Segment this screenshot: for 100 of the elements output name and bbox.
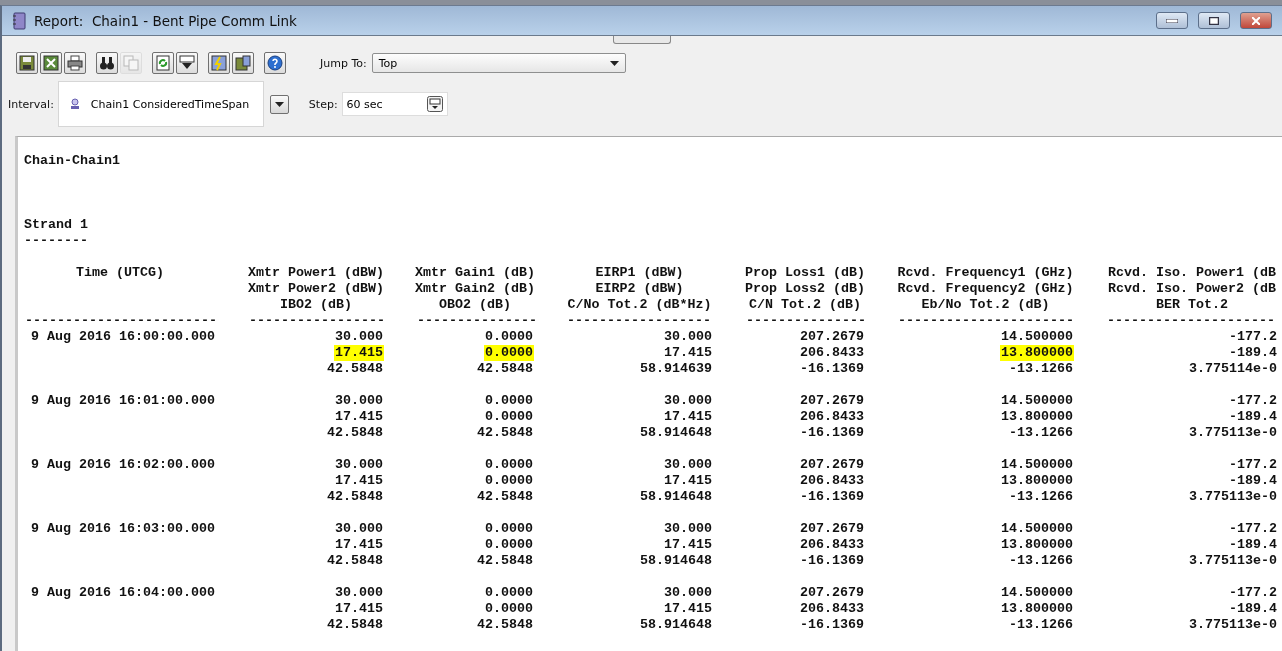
column-header: OBO2 (dB) bbox=[438, 297, 512, 313]
properties-button[interactable] bbox=[208, 52, 230, 74]
value-cell: -177.2 bbox=[1228, 393, 1278, 409]
column-header: Rcvd. Iso. Power1 (dB bbox=[1107, 265, 1277, 281]
column-header: Xmtr Gain1 (dB) bbox=[414, 265, 536, 281]
value-cell: 30.000 bbox=[334, 521, 384, 537]
help-button[interactable] bbox=[264, 52, 286, 74]
maximize-icon bbox=[1209, 16, 1219, 25]
column-header: BER Tot.2 bbox=[1155, 297, 1229, 313]
value-cell: 207.2679 bbox=[799, 393, 865, 409]
value-cell: 30.000 bbox=[334, 585, 384, 601]
section-rule: -------- bbox=[24, 233, 88, 248]
value-cell: 0.0000 bbox=[484, 473, 534, 489]
value-cell: 207.2679 bbox=[799, 457, 865, 473]
picker-icon bbox=[426, 96, 443, 112]
column-header: Rcvd. Frequency2 (GHz) bbox=[896, 281, 1075, 297]
value-cell: 0.0000 bbox=[484, 537, 534, 553]
value-cell: 58.914648 bbox=[639, 489, 713, 505]
report-title: Chain-Chain1 bbox=[24, 153, 120, 168]
value-cell: 17.415 bbox=[334, 409, 384, 425]
close-button[interactable] bbox=[1240, 12, 1272, 29]
value-cell: -189.4 bbox=[1228, 601, 1278, 617]
jump-to-label: Jump To: bbox=[320, 56, 367, 70]
value-cell: 30.000 bbox=[663, 521, 713, 537]
value-cell: 58.914648 bbox=[639, 425, 713, 441]
value-cell: 30.000 bbox=[334, 457, 384, 473]
column-header: Eb/No Tot.2 (dB) bbox=[920, 297, 1051, 313]
value-cell: 13.800000 bbox=[1000, 473, 1074, 489]
value-cell: 13.800000 bbox=[1000, 345, 1074, 361]
value-cell: 3.775113e-0 bbox=[1188, 425, 1278, 441]
maximize-button[interactable] bbox=[1198, 12, 1230, 29]
value-cell: 3.775114e-0 bbox=[1188, 361, 1278, 377]
value-cell: -189.4 bbox=[1228, 537, 1278, 553]
filter-button[interactable] bbox=[176, 52, 198, 74]
column-header: Prop Loss2 (dB) bbox=[744, 281, 866, 297]
minimize-button[interactable] bbox=[1156, 12, 1188, 29]
value-cell: -189.4 bbox=[1228, 345, 1278, 361]
value-cell: -16.1369 bbox=[799, 617, 865, 633]
find-button[interactable] bbox=[96, 52, 118, 74]
header-rule: ------------------ bbox=[566, 313, 712, 329]
value-cell: 58.914648 bbox=[639, 617, 713, 633]
header-rule: --------------- bbox=[745, 313, 867, 329]
column-header: Xmtr Power2 (dBW) bbox=[247, 281, 385, 297]
value-cell: 0.0000 bbox=[484, 521, 534, 537]
save-button[interactable] bbox=[16, 52, 38, 74]
column-header: Rcvd. Frequency1 (GHz) bbox=[896, 265, 1075, 281]
refresh-button[interactable] bbox=[152, 52, 174, 74]
value-cell: 42.5848 bbox=[476, 489, 534, 505]
window-title: Report: Chain1 - Bent Pipe Comm Link bbox=[34, 12, 298, 29]
value-cell: 42.5848 bbox=[326, 617, 384, 633]
time-cell: 9 Aug 2016 16:00:00.000 bbox=[30, 329, 216, 345]
value-cell: 42.5848 bbox=[476, 361, 534, 377]
value-cell: 17.415 bbox=[334, 345, 384, 361]
value-cell: 0.0000 bbox=[484, 329, 534, 345]
value-cell: 30.000 bbox=[663, 585, 713, 601]
column-header: IBO2 (dB) bbox=[279, 297, 353, 313]
value-cell: 58.914648 bbox=[639, 553, 713, 569]
value-cell: 30.000 bbox=[663, 329, 713, 345]
value-cell: 42.5848 bbox=[476, 553, 534, 569]
column-header: Time (UTCG) bbox=[75, 265, 165, 281]
value-cell: 206.8433 bbox=[799, 537, 865, 553]
jump-to-dropdown[interactable]: Top bbox=[371, 53, 626, 73]
value-cell: 42.5848 bbox=[476, 617, 534, 633]
value-cell: 0.0000 bbox=[484, 457, 534, 473]
column-header: EIRP1 (dBW) bbox=[594, 265, 685, 281]
value-cell: 206.8433 bbox=[799, 409, 865, 425]
export-button[interactable] bbox=[40, 52, 62, 74]
value-cell: 30.000 bbox=[334, 393, 384, 409]
value-cell: 30.000 bbox=[663, 393, 713, 409]
value-cell: 0.0000 bbox=[484, 409, 534, 425]
value-cell: 13.800000 bbox=[1000, 601, 1074, 617]
header-rule: --------------- bbox=[416, 313, 538, 329]
caret-icon bbox=[274, 101, 284, 107]
save-options-button[interactable] bbox=[232, 52, 254, 74]
interval-dropdown-button[interactable] bbox=[269, 94, 289, 114]
column-header: Rcvd. Iso. Power2 (dB bbox=[1107, 281, 1277, 297]
person-icon bbox=[68, 98, 81, 110]
value-cell: 13.800000 bbox=[1000, 409, 1074, 425]
value-cell: -177.2 bbox=[1228, 457, 1278, 473]
column-header: Xmtr Power1 (dBW) bbox=[247, 265, 385, 281]
step-field[interactable]: 60 sec bbox=[341, 92, 448, 116]
value-cell: -13.1266 bbox=[1008, 617, 1074, 633]
value-cell: -177.2 bbox=[1228, 585, 1278, 601]
print-button[interactable] bbox=[64, 52, 86, 74]
column-header: Xmtr Gain2 (dB) bbox=[414, 281, 536, 297]
caret-icon bbox=[609, 60, 619, 66]
value-cell: -13.1266 bbox=[1008, 489, 1074, 505]
value-cell: 206.8433 bbox=[799, 345, 865, 361]
value-cell: 42.5848 bbox=[476, 425, 534, 441]
value-cell: -189.4 bbox=[1228, 473, 1278, 489]
close-icon bbox=[1252, 16, 1260, 25]
value-cell: 14.500000 bbox=[1000, 329, 1074, 345]
section-title: Strand 1 bbox=[24, 217, 88, 232]
value-cell: 30.000 bbox=[663, 457, 713, 473]
value-cell: -16.1369 bbox=[799, 425, 865, 441]
interval-field[interactable]: Chain1 ConsideredTimeSpan bbox=[57, 81, 264, 127]
splitter-handle[interactable] bbox=[613, 36, 671, 44]
value-cell: 0.0000 bbox=[484, 393, 534, 409]
value-cell: 14.500000 bbox=[1000, 521, 1074, 537]
value-cell: 3.775113e-0 bbox=[1188, 489, 1278, 505]
